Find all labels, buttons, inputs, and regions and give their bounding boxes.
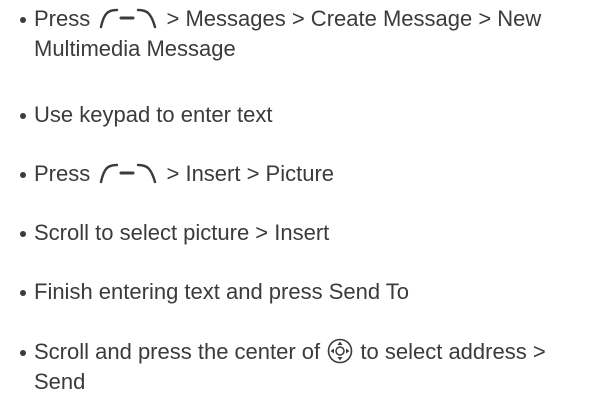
- instruction-step-3: Press > Insert > Picture: [20, 159, 592, 189]
- step-1-prefix: Press: [34, 6, 91, 31]
- instruction-step-6: Scroll and press the center of to select…: [20, 337, 592, 397]
- menu-key-icon: [100, 8, 157, 29]
- instruction-page: Press > Messages > Create Message > New …: [0, 0, 598, 398]
- step-2-text: Use keypad to enter text: [34, 102, 273, 127]
- step-5-text: Finish entering text and press Send To: [34, 279, 410, 304]
- step-3-suffix: > Insert > Picture: [166, 161, 335, 186]
- menu-key-icon: [100, 163, 157, 184]
- step-6-prefix: Scroll and press the center of: [34, 339, 321, 364]
- step-3-prefix: Press: [34, 161, 91, 186]
- instruction-step-5: Finish entering text and press Send To: [20, 277, 592, 307]
- navigation-key-icon: [327, 338, 353, 364]
- instruction-step-4: Scroll to select picture > Insert: [20, 218, 592, 248]
- step-4-text: Scroll to select picture > Insert: [34, 220, 330, 245]
- instruction-step-1: Press > Messages > Create Message > New …: [20, 4, 592, 64]
- instruction-step-2: Use keypad to enter text: [20, 100, 592, 130]
